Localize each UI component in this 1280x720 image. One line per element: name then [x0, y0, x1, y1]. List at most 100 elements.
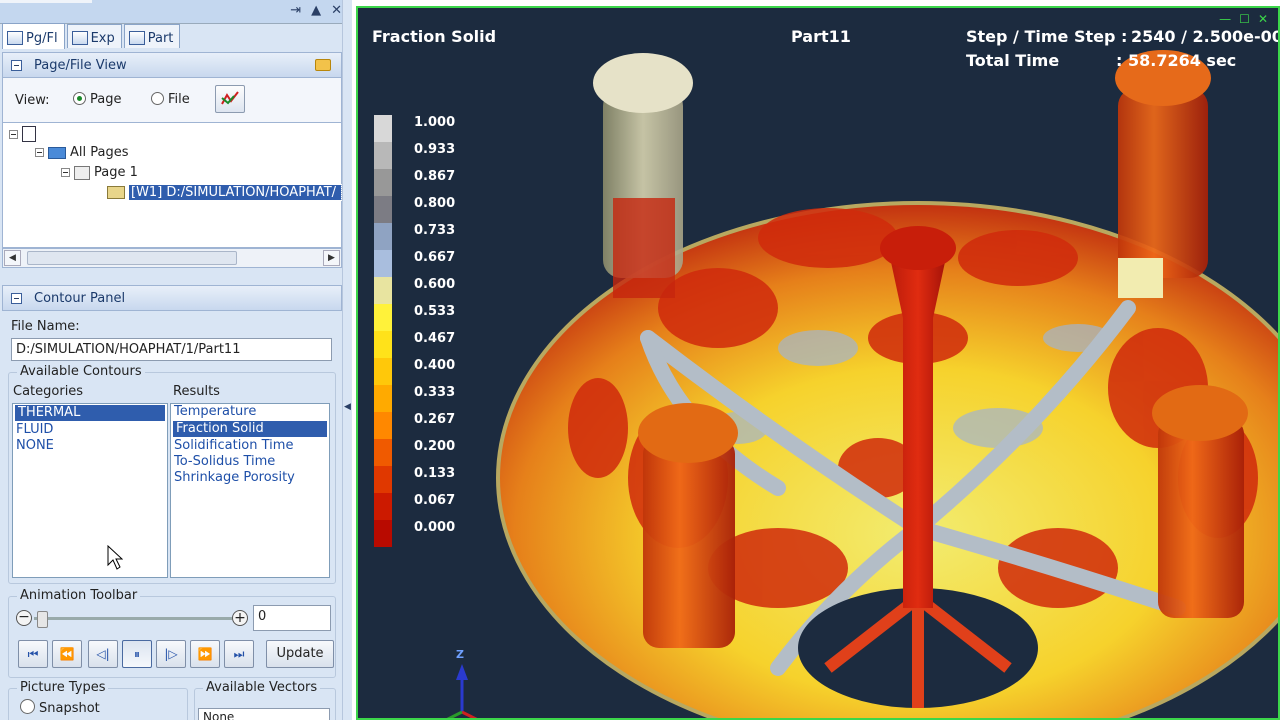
available-vectors-title: Available Vectors: [203, 680, 321, 695]
explorer-icon: [71, 31, 88, 45]
legend-swatch: [374, 412, 392, 439]
collapse-up-icon[interactable]: ▲: [311, 3, 321, 18]
legend-value: 1.000: [414, 115, 456, 130]
collapse-icon[interactable]: [9, 129, 18, 139]
frame-slider[interactable]: [34, 617, 232, 620]
results-list[interactable]: Temperature Fraction Solid Solidificatio…: [170, 403, 330, 578]
legend-swatch: [374, 358, 392, 385]
minimize-icon[interactable]: —: [1219, 12, 1231, 26]
tree-root[interactable]: [9, 126, 36, 142]
view-row: View: Page File: [2, 78, 342, 122]
casting-model[interactable]: [358, 8, 1278, 718]
step-forward-button[interactable]: |▷: [156, 640, 186, 668]
rewind-button[interactable]: ⏪: [52, 640, 82, 668]
legend-swatch: [374, 520, 392, 547]
riser-bottom-right: [1158, 418, 1244, 618]
fast-forward-button[interactable]: ⏩: [190, 640, 220, 668]
pause-button[interactable]: ⏸: [122, 640, 152, 668]
contour-panel-header[interactable]: Contour Panel: [2, 285, 342, 311]
tab-pgfl[interactable]: Pg/Fl: [2, 23, 65, 49]
result-fraction-solid[interactable]: Fraction Solid: [173, 421, 327, 437]
close-icon[interactable]: ✕: [1258, 12, 1268, 26]
categories-list[interactable]: THERMAL FLUID NONE: [12, 403, 168, 578]
snapshot-radio[interactable]: Snapshot: [20, 699, 100, 716]
category-thermal[interactable]: THERMAL: [15, 405, 165, 421]
collapse-left-icon[interactable]: ◀: [344, 402, 351, 412]
3d-viewport[interactable]: Fraction Solid Part11 Step / Time Step :…: [356, 6, 1280, 720]
page-icon: [74, 165, 90, 180]
step-back-icon: ◁|: [96, 647, 110, 661]
category-fluid[interactable]: FLUID: [13, 422, 167, 438]
category-none[interactable]: NONE: [13, 438, 167, 454]
legend-value: 0.667: [414, 250, 456, 265]
legend-value: 0.200: [414, 439, 456, 454]
legend-value: 0.600: [414, 277, 456, 292]
panel-splitter[interactable]: ◀: [342, 0, 352, 720]
radio-off-icon[interactable]: [20, 699, 35, 714]
result-temperature[interactable]: Temperature: [171, 404, 329, 420]
rewind-icon: ⏪: [59, 647, 75, 661]
notes-icon[interactable]: [315, 59, 331, 71]
result-shrinkage-porosity[interactable]: Shrinkage Porosity: [171, 470, 329, 486]
step-label: Step / Time Step :: [966, 27, 1128, 46]
folder-icon: [107, 186, 125, 199]
collapse-box-icon[interactable]: [11, 59, 22, 71]
skip-forward-icon: ⏭: [233, 647, 245, 661]
riser-bottom-left-cap: [638, 403, 738, 463]
file-radio[interactable]: File: [151, 92, 190, 107]
total-time-value: : 58.7264 sec: [1116, 51, 1237, 70]
mouse-cursor-icon: [107, 545, 123, 570]
update-button[interactable]: Update: [266, 640, 334, 668]
radio-on-icon[interactable]: [73, 92, 86, 105]
part-name: Part11: [791, 27, 851, 46]
legend-swatch: [374, 331, 392, 358]
file-node-label[interactable]: [W1] D:/SIMULATION/HOAPHAT/: [128, 184, 342, 201]
result-to-solidus-time[interactable]: To-Solidus Time: [171, 454, 329, 470]
collapse-icon[interactable]: [61, 168, 70, 177]
folder-open-icon: [48, 146, 66, 159]
scroll-right-icon[interactable]: ▶: [323, 250, 340, 266]
tree-item-page1[interactable]: Page 1: [61, 165, 138, 180]
page-file-view-header[interactable]: Page/File View: [2, 52, 342, 78]
tree-horizontal-scrollbar[interactable]: ◀ ▶: [2, 248, 342, 268]
collapse-box-icon[interactable]: [11, 292, 22, 304]
collapse-icon[interactable]: [35, 148, 44, 157]
last-frame-button[interactable]: ⏭: [224, 640, 254, 668]
zoom-in-icon[interactable]: +: [232, 610, 248, 626]
legend-swatch: [374, 466, 392, 493]
legend-value: 0.067: [414, 493, 456, 508]
frame-field[interactable]: 0: [253, 605, 331, 631]
page-file-view-title: Page/File View: [34, 57, 127, 73]
contour-panel-title: Contour Panel: [34, 290, 126, 306]
scroll-left-icon[interactable]: ◀: [4, 250, 21, 266]
file-name-field[interactable]: D:/SIMULATION/HOAPHAT/1/Part11: [11, 338, 332, 361]
tab-exp[interactable]: Exp: [66, 24, 122, 48]
page-tree: All Pages Page 1 [W1] D:/SIMULATION/HOAP…: [2, 122, 342, 248]
sync-view-button[interactable]: [215, 85, 245, 113]
tab-exp-label: Exp: [90, 30, 115, 46]
page-file-icon: [7, 31, 23, 45]
legend-swatch: [374, 196, 392, 223]
slider-thumb[interactable]: [37, 611, 48, 628]
tree-item-all-pages[interactable]: All Pages: [35, 145, 129, 160]
tab-part[interactable]: Part: [123, 24, 181, 48]
total-time-label: Total Time: [966, 51, 1060, 70]
legend-swatch: [374, 115, 392, 142]
result-solidification-time[interactable]: Solidification Time: [171, 438, 329, 454]
scroll-thumb[interactable]: [27, 251, 237, 265]
result-title: Fraction Solid: [372, 27, 497, 46]
step-back-button[interactable]: ◁|: [88, 640, 118, 668]
first-frame-button[interactable]: ⏮: [18, 640, 48, 668]
step-forward-icon: |▷: [164, 647, 178, 661]
picture-types-title: Picture Types: [17, 680, 109, 695]
maximize-icon[interactable]: ☐: [1239, 12, 1250, 26]
tree-item-file[interactable]: [W1] D:/SIMULATION/HOAPHAT/: [107, 184, 342, 201]
zoom-out-icon[interactable]: −: [16, 610, 32, 626]
page-radio[interactable]: Page: [73, 92, 121, 107]
vectors-select[interactable]: None: [198, 708, 330, 720]
dock-icon[interactable]: ⇥: [290, 3, 301, 18]
close-icon[interactable]: ✕: [331, 3, 342, 18]
legend-value: 0.400: [414, 358, 456, 373]
radio-off-icon[interactable]: [151, 92, 164, 105]
left-panel: ⇥ ▲ ✕ Pg/Fl Exp Part Page/File View View…: [0, 0, 352, 720]
